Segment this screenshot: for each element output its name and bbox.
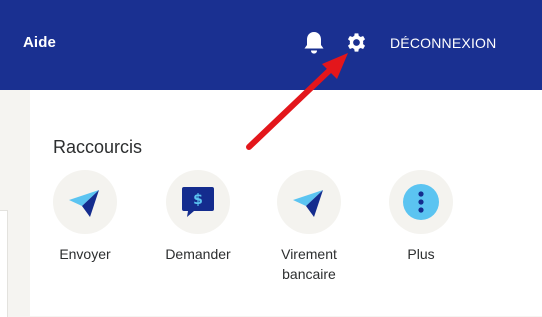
send-icon-circle[interactable]: [53, 170, 117, 234]
gear-icon[interactable]: [345, 31, 368, 54]
transfer-icon-circle[interactable]: [277, 170, 341, 234]
shortcuts-title: Raccourcis: [53, 137, 143, 157]
shortcut-label-bank-transfer: Virement bancaire: [281, 246, 337, 282]
left-card-edge: [0, 210, 8, 317]
shortcut-label-send: Envoyer: [59, 246, 111, 262]
more-icon-circle[interactable]: [389, 170, 453, 234]
help-link[interactable]: Aide: [23, 34, 56, 51]
shortcut-send[interactable]: Envoyer: [35, 170, 135, 264]
svg-text:$: $: [193, 192, 203, 208]
send-arrow-icon: [293, 190, 323, 217]
send-arrow-icon: [69, 190, 99, 217]
shortcut-label-more: Plus: [407, 246, 435, 262]
logout-link[interactable]: DÉCONNEXION: [390, 35, 496, 51]
shortcut-more[interactable]: Plus: [371, 170, 471, 264]
shortcut-label-request: Demander: [165, 246, 231, 262]
request-money-icon: $: [182, 187, 214, 217]
shortcut-request[interactable]: $ Demander: [148, 170, 248, 264]
shortcut-bank-transfer[interactable]: Virement bancaire: [259, 170, 359, 284]
more-dots-icon: [403, 184, 439, 220]
top-navigation-bar: Aide DÉCONNEXION: [0, 0, 542, 90]
bell-icon[interactable]: [302, 30, 326, 56]
request-icon-circle[interactable]: $: [166, 170, 230, 234]
